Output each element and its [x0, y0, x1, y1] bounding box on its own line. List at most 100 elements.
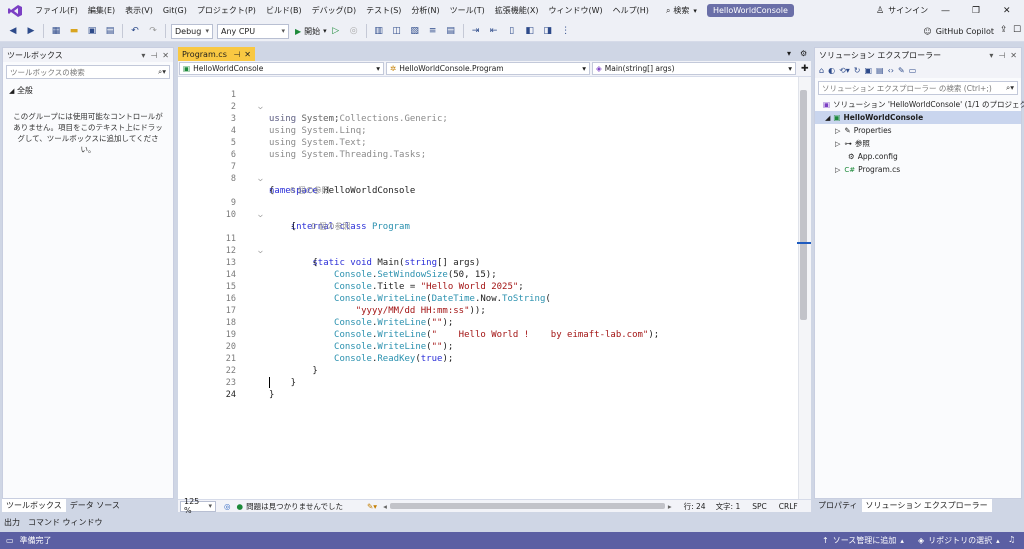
menu-tools[interactable]: ツール(T)	[445, 5, 490, 16]
tab-output[interactable]: 出力	[0, 516, 24, 529]
minimize-button[interactable]: —	[941, 0, 950, 21]
tools-icon[interactable]: ▧	[408, 24, 422, 38]
split-editor-icon[interactable]: ✚	[801, 64, 809, 74]
tab-toolbox[interactable]: ツールボックス	[2, 499, 66, 512]
class-nav-dropdown[interactable]: ✲ HelloWorldConsole.Program ▾	[386, 62, 590, 75]
pin-icon[interactable]: ⊣	[150, 51, 157, 60]
brush-icon[interactable]: ✎▾	[367, 502, 377, 511]
collapse-all-icon[interactable]: ▣	[864, 66, 872, 75]
menu-project[interactable]: プロジェクト(P)	[192, 5, 261, 16]
close-icon[interactable]: ✕	[162, 51, 169, 60]
share-icon[interactable]: ⇪	[1000, 25, 1008, 35]
home-icon[interactable]: ⌂	[819, 66, 824, 75]
open-folder-icon[interactable]: ▬	[67, 24, 81, 38]
global-search-button[interactable]: ⌕ 検索 ▾	[662, 5, 701, 16]
project-nav-dropdown[interactable]: ▣ HelloWorldConsole ▾	[179, 62, 384, 75]
tree-item-properties[interactable]: ▷ ✎ Properties	[815, 124, 1021, 137]
bookmark-next-icon[interactable]: ◨	[541, 24, 555, 38]
menu-test[interactable]: テスト(S)	[361, 5, 406, 16]
bookmark-prev-icon[interactable]: ◧	[523, 24, 537, 38]
close-button[interactable]: ✕	[1003, 0, 1011, 21]
tab-solution-explorer[interactable]: ソリューション エクスプローラー	[861, 499, 992, 512]
browser-link-icon[interactable]: ◫	[390, 24, 404, 38]
save-icon[interactable]: ▣	[85, 24, 99, 38]
config-dropdown[interactable]: Debug ▾	[171, 23, 213, 39]
toolbox-group-general[interactable]: ◢ 全般	[3, 82, 173, 99]
platform-dropdown[interactable]: Any CPU ▾	[217, 23, 289, 39]
start-button[interactable]: ▶ 開始 ▾	[295, 26, 327, 37]
save-all-icon[interactable]: ▤	[103, 24, 117, 38]
expand-triangle-icon[interactable]: ▷	[835, 127, 840, 135]
visual-studio-logo-icon[interactable]	[6, 4, 24, 18]
format-icon[interactable]: ≡	[426, 24, 440, 38]
menu-build[interactable]: ビルド(B)	[261, 5, 307, 16]
redo-icon[interactable]: ↷	[146, 24, 160, 38]
hot-reload-icon[interactable]: ◎	[347, 24, 361, 38]
notifications-bell-icon[interactable]: ♫	[1008, 535, 1015, 544]
github-copilot-button[interactable]: ☺ GitHub Copilot	[923, 27, 994, 36]
issues-status[interactable]: 問題は見つかりませんでした	[246, 501, 343, 512]
settings-gear-icon[interactable]: ⚙	[800, 49, 807, 58]
tree-item-app-config[interactable]: ⚙ App.config	[815, 150, 1021, 163]
diagnostics-icon[interactable]: ▥	[372, 24, 386, 38]
scroll-left-icon[interactable]: ◂	[383, 502, 387, 511]
tab-properties[interactable]: プロパティ	[814, 499, 862, 512]
switch-views-icon[interactable]: ◐	[828, 66, 835, 75]
tab-list-dropdown-icon[interactable]: ▾	[787, 49, 791, 58]
tab-command-window[interactable]: コマンド ウィンドウ	[24, 516, 107, 529]
undo-icon[interactable]: ↶	[128, 24, 142, 38]
forward-icon[interactable]: ▶	[24, 24, 38, 38]
scrollbar-thumb[interactable]	[800, 90, 807, 320]
indent-icon[interactable]: ⇥	[469, 24, 483, 38]
tab-datasource[interactable]: データ ソース	[66, 499, 124, 512]
tree-item-program-cs[interactable]: ▷ C# Program.cs	[815, 163, 1021, 176]
comment-icon[interactable]: ▤	[444, 24, 458, 38]
menu-git[interactable]: Git(G)	[158, 6, 192, 15]
zoom-dropdown[interactable]: 125 % ▾	[180, 497, 216, 515]
line-ending-indicator[interactable]: CRLF	[779, 502, 798, 511]
close-icon[interactable]: ✕	[244, 50, 251, 59]
tree-solution[interactable]: ▣ ソリューション 'HelloWorldConsole' (1/1 のプロジェ…	[815, 98, 1024, 111]
notification-icon[interactable]: ▭	[6, 536, 14, 545]
show-all-files-icon[interactable]: ▤	[876, 66, 884, 75]
collapse-triangle-icon[interactable]: ◢	[825, 114, 830, 122]
char-indicator[interactable]: 文字: 1	[716, 501, 741, 512]
preview-icon[interactable]: ▭	[909, 66, 917, 75]
tree-project[interactable]: ◢ ▣ HelloWorldConsole	[815, 111, 1021, 124]
start-without-debug-icon[interactable]: ▷	[329, 24, 343, 38]
expand-triangle-icon[interactable]: ▷	[835, 140, 840, 148]
close-icon[interactable]: ✕	[1010, 51, 1017, 60]
menu-view[interactable]: 表示(V)	[120, 5, 158, 16]
history-icon[interactable]: ⟲▾	[839, 66, 850, 75]
code-line[interactable]: }	[269, 389, 274, 401]
restore-button[interactable]: ❐	[972, 0, 980, 21]
line-indicator[interactable]: 行: 24	[684, 501, 706, 512]
pin-icon[interactable]: ⊣	[233, 50, 240, 59]
menu-file[interactable]: ファイル(F)	[30, 5, 83, 16]
intellicode-icon[interactable]: ◎	[224, 502, 231, 511]
dropdown-icon[interactable]: ▾	[989, 51, 993, 60]
code-view-icon[interactable]: ‹›	[888, 66, 894, 75]
new-project-icon[interactable]: ▦	[49, 24, 63, 38]
scroll-right-icon[interactable]: ▸	[668, 502, 672, 511]
member-nav-dropdown[interactable]: ◈ Main(string[] args) ▾	[592, 62, 796, 75]
menu-analyze[interactable]: 分析(N)	[406, 5, 444, 16]
signin-button[interactable]: ♙ サインイン	[876, 0, 928, 21]
repository-button[interactable]: ◈ リポジトリの選択 ▴	[918, 535, 1000, 546]
menu-debug[interactable]: デバッグ(D)	[307, 5, 361, 16]
properties-wrench-icon[interactable]: ✎	[898, 66, 905, 75]
code-editor[interactable]: 1 ⌵ using System; 2 using System.Collect…	[178, 77, 798, 499]
menu-edit[interactable]: 編集(E)	[83, 5, 120, 16]
toolbox-search-input[interactable]: ツールボックスの検索 ⌕▾	[6, 65, 170, 79]
expand-triangle-icon[interactable]: ▷	[835, 166, 840, 174]
dropdown-icon[interactable]: ▾	[141, 51, 145, 60]
source-control-button[interactable]: ↑ ソース管理に追加 ▴	[822, 535, 904, 546]
pin-icon[interactable]: ⊣	[998, 51, 1005, 60]
feedback-icon[interactable]: ☐	[1013, 25, 1021, 35]
menu-extensions[interactable]: 拡張機能(X)	[490, 5, 544, 16]
whitespace-indicator[interactable]: SPC	[752, 502, 767, 511]
horizontal-scrollbar[interactable]	[389, 503, 665, 509]
back-icon[interactable]: ◀	[6, 24, 20, 38]
solution-search-input[interactable]: ソリューション エクスプローラー の検索 (Ctrl+;) ⌕▾	[818, 81, 1018, 95]
tree-item-references[interactable]: ▷ ⊶ 参照	[815, 137, 1021, 150]
